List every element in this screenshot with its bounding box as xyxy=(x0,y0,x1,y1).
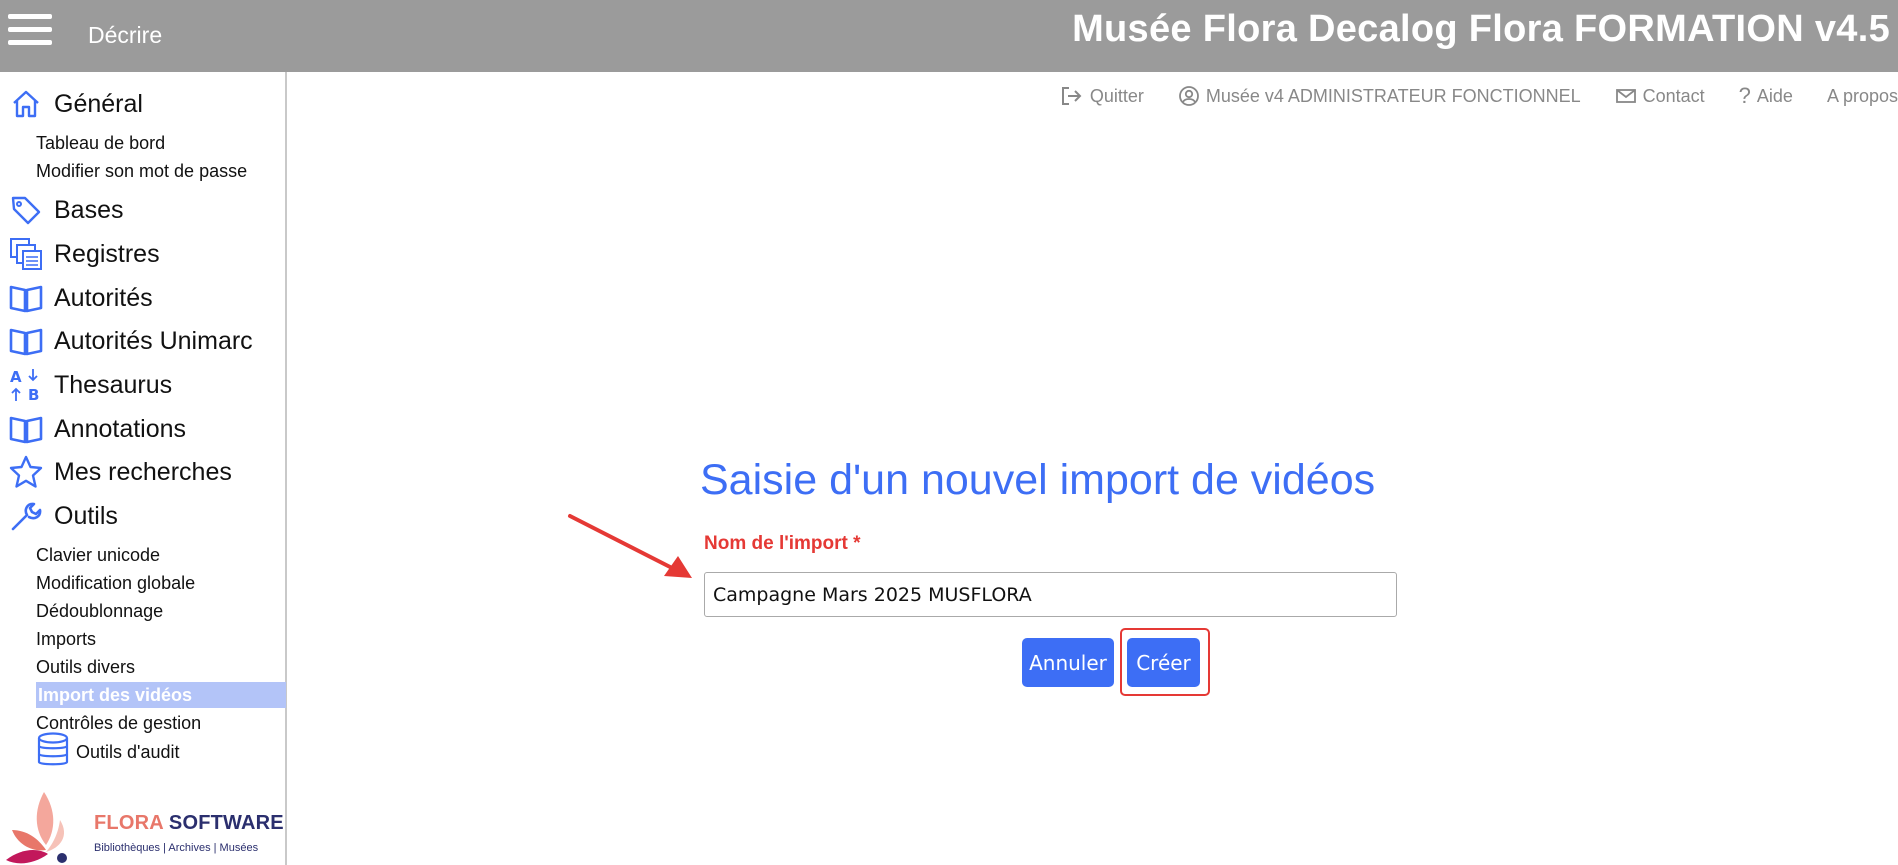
sidebar-item-label: Outils d'audit xyxy=(76,742,180,762)
sidebar-subitem-imports[interactable]: Imports xyxy=(36,626,96,652)
section-title: Décrire xyxy=(88,22,163,48)
sidebar-item-thesaurus[interactable]: A B Thesaurus xyxy=(8,365,172,405)
contact-link[interactable]: Contact xyxy=(1615,86,1705,107)
question-icon: ? xyxy=(1738,83,1751,108)
open-book-icon xyxy=(8,411,44,447)
envelope-icon xyxy=(1615,87,1637,105)
database-icon xyxy=(36,732,70,773)
sort-az-icon: A B xyxy=(8,367,44,403)
wrench-icon xyxy=(8,498,44,534)
sidebar-item-outils-audit[interactable]: Outils d'audit xyxy=(36,732,180,773)
a-propos-link[interactable]: A propos xyxy=(1827,86,1898,107)
logo-tagline: Bibliothèques | Archives | Musées xyxy=(94,842,259,854)
top-links: Quitter Musée v4 ADMINISTRATEUR FONCTION… xyxy=(1060,84,1898,108)
import-name-input[interactable] xyxy=(704,572,1397,617)
svg-text:A: A xyxy=(10,368,22,386)
sidebar-item-label: Outils xyxy=(54,501,118,530)
user-link[interactable]: Musée v4 ADMINISTRATEUR FONCTIONNEL xyxy=(1178,85,1581,107)
aide-link[interactable]: ? Aide xyxy=(1739,85,1793,107)
contact-label: Contact xyxy=(1642,85,1705,106)
hamburger-icon[interactable] xyxy=(8,14,54,50)
sidebar-item-annotations[interactable]: Annotations xyxy=(8,409,186,449)
create-button[interactable]: Créer xyxy=(1127,638,1200,687)
sidebar-item-label: Mes recherches xyxy=(54,457,232,486)
sidebar-item-autorites-unimarc[interactable]: Autorités Unimarc xyxy=(8,321,253,361)
sidebar-item-label: Général xyxy=(54,89,143,118)
sidebar-item-bases[interactable]: Bases xyxy=(8,190,123,230)
page-title: Saisie d'un nouvel import de vidéos xyxy=(700,456,1376,504)
sidebar-item-label: Annotations xyxy=(54,414,187,443)
svg-text:B: B xyxy=(28,386,39,403)
user-label: Musée v4 ADMINISTRATEUR FONCTIONNEL xyxy=(1205,85,1581,106)
sidebar-subitem-modification-globale[interactable]: Modification globale xyxy=(36,570,195,596)
sidebar-item-label: Autorités Unimarc xyxy=(54,326,253,355)
top-bar: Décrire Musée Flora Decalog Flora FORMAT… xyxy=(0,0,1898,72)
sidebar-item-autorites[interactable]: Autorités xyxy=(8,278,153,318)
sidebar-subitem-dedoublonnage[interactable]: Dédoublonnage xyxy=(36,598,163,624)
sidebar-item-label: Thesaurus xyxy=(54,370,173,399)
sidebar-item-outils[interactable]: Outils xyxy=(8,496,118,536)
open-book-icon xyxy=(8,323,44,359)
cancel-button[interactable]: Annuler xyxy=(1022,638,1114,687)
sidebar-item-registres[interactable]: Registres xyxy=(8,234,160,274)
sidebar-subitem-modifier-mot-de-passe[interactable]: Modifier son mot de passe xyxy=(36,158,247,184)
stacked-pages-icon xyxy=(8,236,44,272)
quitter-label: Quitter xyxy=(1089,85,1144,106)
flora-software-logo: FLORA SOFTWARE Bibliothèques | Archives … xyxy=(4,790,284,865)
star-icon xyxy=(8,454,44,490)
sidebar-item-label: Registres xyxy=(54,239,160,268)
flora-logo-mark xyxy=(6,792,67,864)
a-propos-label: A propos xyxy=(1826,85,1898,106)
user-circle-icon xyxy=(1178,85,1200,107)
home-icon xyxy=(8,86,44,122)
import-name-label: Nom de l'import * xyxy=(704,533,861,554)
sidebar-subitem-outils-divers[interactable]: Outils divers xyxy=(36,654,135,680)
sidebar-subitem-tableau-de-bord[interactable]: Tableau de bord xyxy=(36,130,165,156)
quitter-link[interactable]: Quitter xyxy=(1060,85,1144,107)
sidebar-item-general[interactable]: Général xyxy=(8,84,143,124)
sidebar-item-label: Bases xyxy=(54,195,124,224)
sidebar-subitem-import-des-videos[interactable]: Import des vidéos xyxy=(36,682,286,708)
logout-icon xyxy=(1060,85,1084,107)
open-book-icon xyxy=(8,280,44,316)
sidebar-item-mes-recherches[interactable]: Mes recherches xyxy=(8,452,232,492)
annotation-arrow xyxy=(568,514,692,578)
sidebar: Général Tableau de bord Modifier son mot… xyxy=(0,72,287,865)
aide-label: Aide xyxy=(1756,85,1793,106)
sidebar-subitem-clavier-unicode[interactable]: Clavier unicode xyxy=(36,542,160,568)
logo-wordmark: FLORA SOFTWARE xyxy=(94,812,284,834)
sidebar-item-label: Autorités xyxy=(54,283,153,312)
app-title: Musée Flora Decalog Flora FORMATION v4.5 xyxy=(1072,8,1890,50)
tag-icon xyxy=(8,192,44,228)
